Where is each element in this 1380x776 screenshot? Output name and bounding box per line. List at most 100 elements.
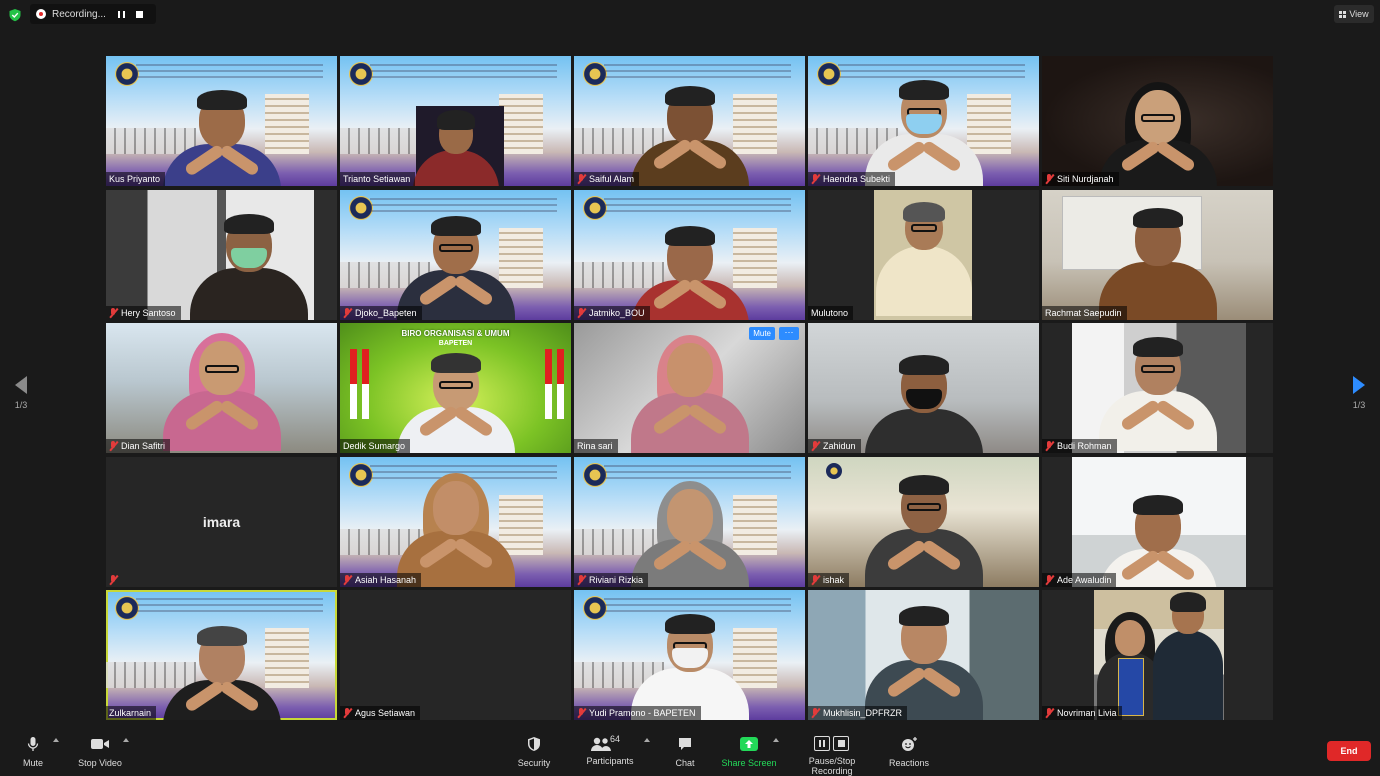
participant-name: Zulkarnain	[106, 706, 157, 720]
video-tile[interactable]: Djoko_Bapeten	[340, 190, 571, 320]
chevron-right-icon	[1353, 376, 1365, 394]
muted-mic-icon	[811, 708, 820, 718]
recording-indicator: Recording...	[30, 4, 156, 24]
security-button[interactable]: Security	[514, 736, 554, 768]
video-tile[interactable]: Jatmiko_BOU	[574, 190, 805, 320]
page-indicator-left: 1/3	[14, 400, 28, 410]
participant-name: Dian Safitri	[106, 439, 171, 453]
share-screen-icon	[740, 737, 758, 751]
muted-mic-icon	[577, 308, 586, 318]
participant-name: Trianto Setiawan	[340, 172, 416, 186]
stop-recording-button[interactable]	[130, 6, 148, 22]
video-tile[interactable]: Saiful Alam	[574, 56, 805, 186]
share-screen-button[interactable]: Share Screen	[720, 736, 778, 768]
tile-mute-button[interactable]: Mute	[749, 327, 775, 340]
pause-stop-recording-button[interactable]: Pause/Stop Recording	[789, 736, 875, 776]
video-tile[interactable]: Riviani Rizkia	[574, 457, 805, 587]
video-tile[interactable]: Dian Safitri	[106, 323, 337, 453]
muted-mic-icon	[109, 441, 118, 451]
bapeten-emblem-icon	[826, 463, 842, 479]
muted-mic-icon	[811, 441, 820, 451]
stop-icon	[135, 10, 143, 18]
participant-name: Mulutono	[808, 306, 854, 320]
video-tile[interactable]: ishak	[808, 457, 1039, 587]
video-tile[interactable]: imara	[106, 457, 337, 587]
video-tile[interactable]: Rachmat Saepudin	[1042, 190, 1273, 320]
video-tile[interactable]: Kus Priyanto	[106, 56, 337, 186]
video-tile[interactable]: Hery Santoso	[106, 190, 337, 320]
banner-subtitle: BAPETEN	[438, 340, 473, 347]
muted-mic-icon	[1045, 708, 1054, 718]
share-screen-label: Share Screen	[721, 758, 777, 768]
pause-recording-button[interactable]	[112, 6, 130, 22]
participants-options-caret[interactable]	[644, 738, 650, 742]
muted-mic-icon	[109, 575, 118, 585]
previous-page-button[interactable]: 1/3	[10, 376, 32, 410]
grid-view-icon	[1339, 10, 1347, 18]
participant-name-center: imara	[202, 514, 241, 530]
participant-name: Haendra Subekti	[808, 172, 896, 186]
participant-name: Kus Priyanto	[106, 172, 166, 186]
reactions-smiley-icon	[902, 737, 917, 751]
encryption-shield-icon[interactable]	[8, 8, 22, 22]
pause-icon	[117, 10, 125, 18]
chevron-left-icon	[15, 376, 27, 394]
participant-name: Budi Rohman	[1042, 439, 1117, 453]
video-tile[interactable]: Siti Nurdjanah	[1042, 56, 1273, 186]
reactions-label: Reactions	[888, 758, 930, 768]
participant-name: Siti Nurdjanah	[1042, 172, 1119, 186]
reactions-button[interactable]: Reactions	[888, 736, 930, 768]
meeting-toolbar: Mute Stop Video Security 64 Participants	[0, 730, 1380, 776]
view-button[interactable]: View	[1334, 5, 1374, 23]
tile-more-options-button[interactable]: ···	[779, 327, 799, 340]
share-options-caret[interactable]	[773, 738, 779, 742]
muted-mic-icon	[343, 708, 352, 718]
video-tile[interactable]: BIRO ORGANISASI & UMUM BAPETEN Dedik Sum…	[340, 323, 571, 453]
video-tile[interactable]: Mute ··· Rina sari	[574, 323, 805, 453]
chat-bubble-icon	[679, 738, 691, 750]
microphone-icon	[27, 737, 39, 751]
video-tile[interactable]: Yudi Pramono - BAPETEN	[574, 590, 805, 720]
participant-name: Zahidun	[808, 439, 861, 453]
audio-options-caret[interactable]	[53, 738, 59, 742]
muted-mic-icon	[811, 575, 820, 585]
video-tile[interactable]: Haendra Subekti	[808, 56, 1039, 186]
participant-name: Jatmiko_BOU	[574, 306, 650, 320]
participants-button[interactable]: 64 Participants	[586, 734, 634, 766]
shield-icon	[528, 737, 540, 751]
participant-name: Ade Awaludin	[1042, 573, 1117, 587]
video-tile[interactable]: Trianto Setiawan	[340, 56, 571, 186]
stop-video-button[interactable]: Stop Video	[76, 736, 124, 768]
video-tile[interactable]: Mulutono	[808, 190, 1039, 320]
video-tile[interactable]: Novriman Livia	[1042, 590, 1273, 720]
muted-mic-icon	[1045, 174, 1054, 184]
participant-name: Yudi Pramono - BAPETEN	[574, 706, 701, 720]
video-tile[interactable]: Zahidun	[808, 323, 1039, 453]
end-meeting-button[interactable]: End	[1327, 741, 1371, 761]
video-tile[interactable]: Mukhlisin_DPFRZR	[808, 590, 1039, 720]
participant-name: Asiah Hasanah	[340, 573, 422, 587]
video-tile-active-speaker[interactable]: Zulkarnain	[106, 590, 337, 720]
video-tile[interactable]: Ade Awaludin	[1042, 457, 1273, 587]
page-indicator-right: 1/3	[1352, 400, 1366, 410]
stop-video-label: Stop Video	[78, 758, 122, 768]
banner-title: BIRO ORGANISASI & UMUM	[401, 329, 510, 338]
participant-name: Dedik Sumargo	[340, 439, 411, 453]
view-label: View	[1349, 9, 1369, 19]
recording-dot-icon	[36, 9, 46, 19]
chat-button[interactable]: Chat	[670, 736, 700, 768]
participant-name: Rina sari	[574, 439, 618, 453]
recording-label: Pause/Stop Recording	[808, 756, 856, 776]
next-page-button[interactable]: 1/3	[1348, 376, 1370, 410]
participant-name: Mukhlisin_DPFRZR	[808, 706, 908, 720]
muted-mic-icon	[109, 308, 118, 318]
participants-count: 64	[610, 734, 621, 744]
video-tile[interactable]: Agus Setiawan	[340, 590, 571, 720]
mute-label: Mute	[22, 758, 43, 768]
chat-label: Chat	[675, 758, 695, 768]
video-tile[interactable]: Asiah Hasanah	[340, 457, 571, 587]
video-camera-icon	[91, 739, 109, 749]
video-tile[interactable]: Budi Rohman	[1042, 323, 1273, 453]
video-options-caret[interactable]	[123, 738, 129, 742]
mute-button[interactable]: Mute	[20, 736, 46, 768]
